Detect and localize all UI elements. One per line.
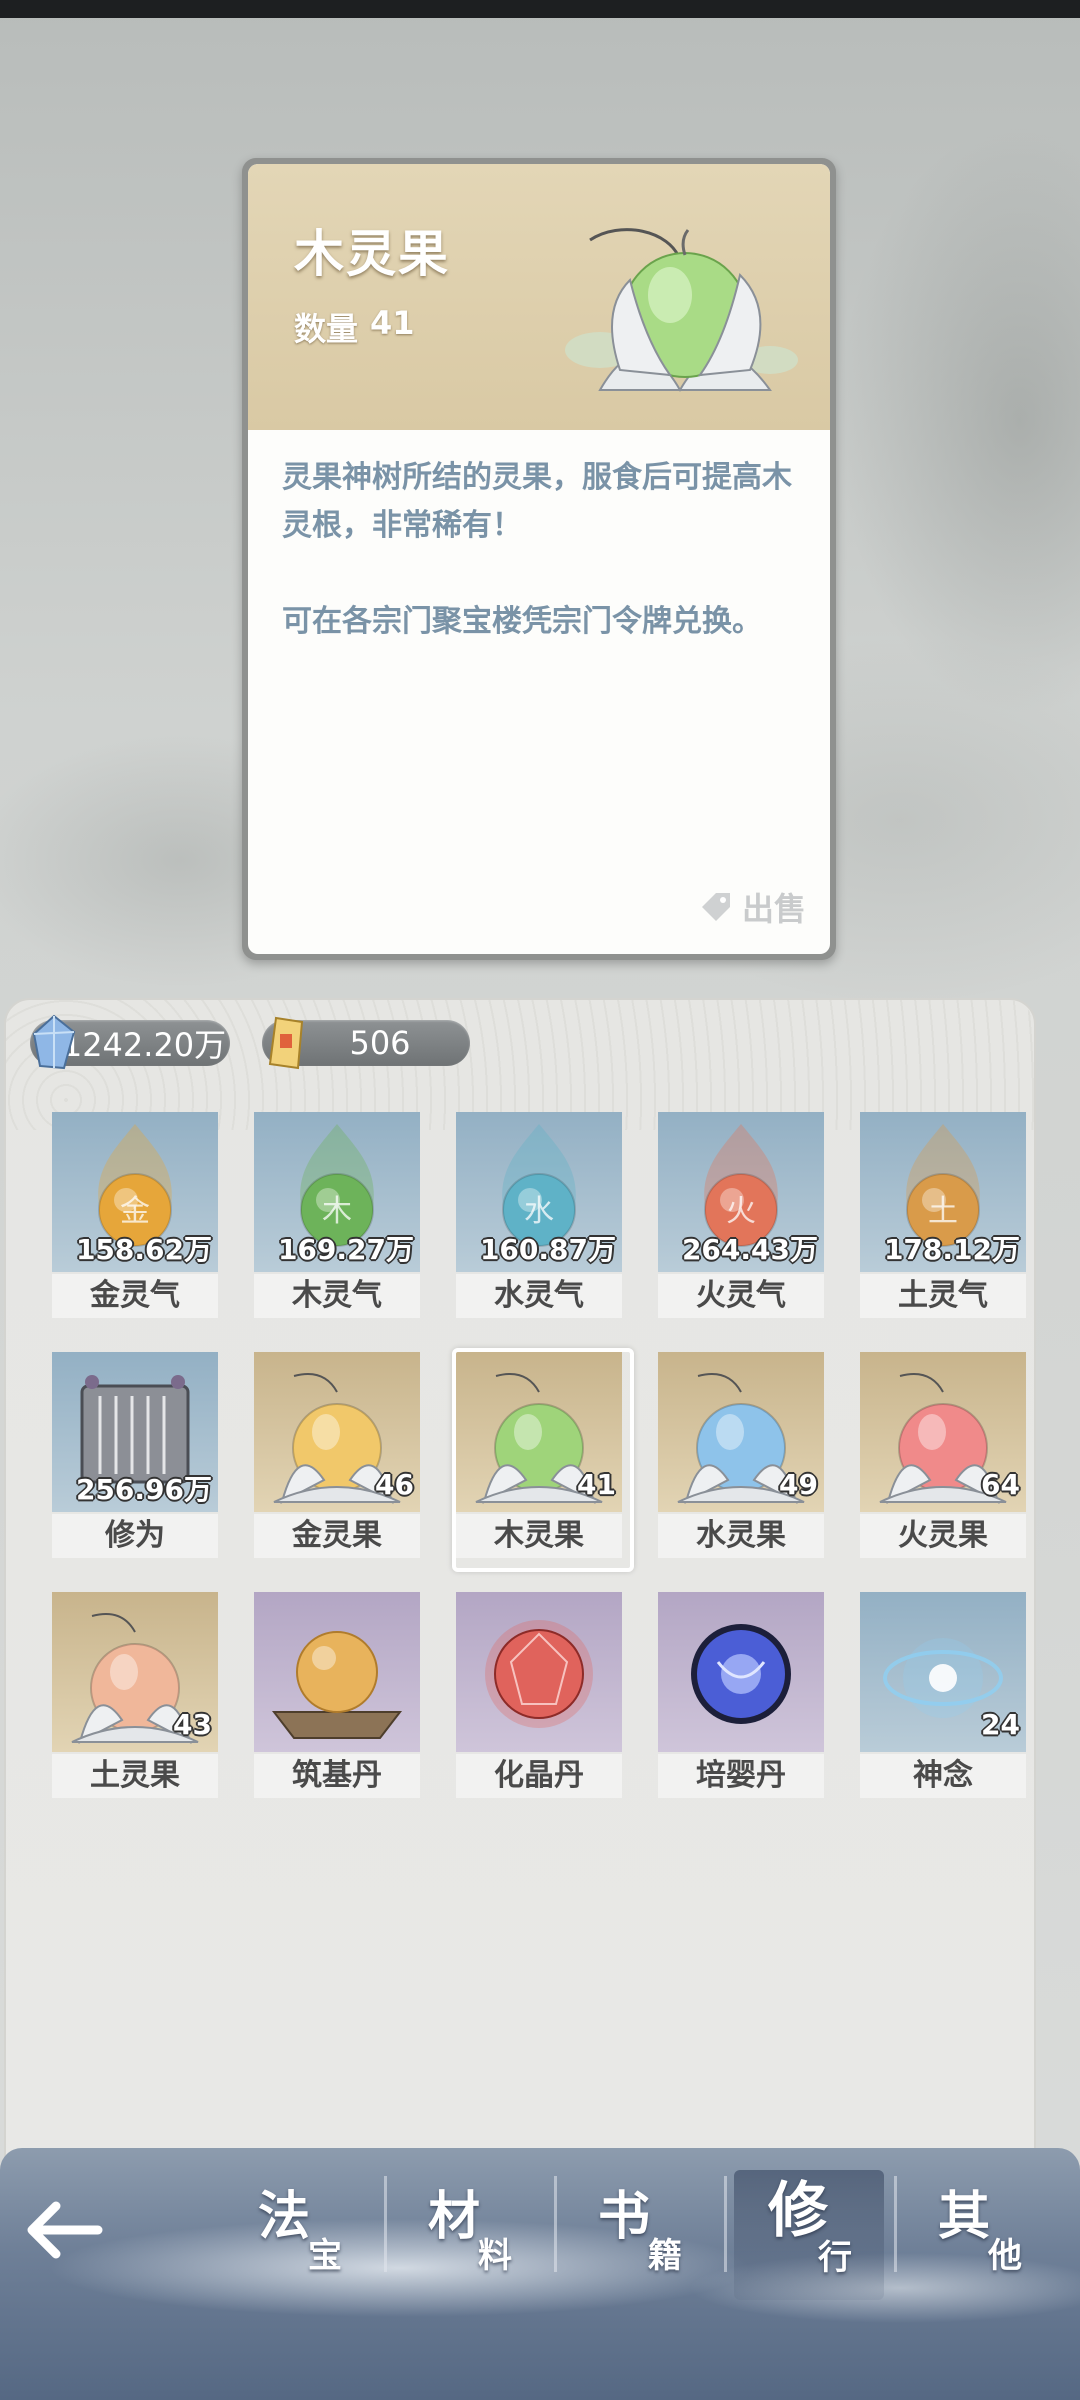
item-count: 41	[577, 1468, 616, 1501]
tab-其他[interactable]: 其他	[904, 2170, 1054, 2300]
item-count: 24	[981, 1708, 1020, 1741]
item-label: 火灵气	[658, 1274, 824, 1318]
status-bar	[0, 0, 1080, 18]
item-detail-header: 木灵果 数量 41	[248, 164, 830, 430]
crystal-pill-icon	[456, 1592, 622, 1752]
tab-法宝[interactable]: 法宝	[224, 2170, 374, 2300]
tab-divider	[554, 2176, 557, 2272]
item-slot[interactable]: 水 160.87万水灵气	[456, 1112, 622, 1320]
item-count: 64	[981, 1468, 1020, 1501]
item-slot[interactable]: 24 神念	[860, 1592, 1026, 1800]
item-label: 木灵果	[456, 1514, 622, 1558]
item-label: 土灵气	[860, 1274, 1026, 1318]
item-label: 金灵气	[52, 1274, 218, 1318]
svg-text:水: 水	[524, 1194, 554, 1229]
item-count: 46	[375, 1468, 414, 1501]
tab-main-char: 书	[598, 2187, 651, 2247]
blue-crystal-icon	[32, 1014, 76, 1070]
spirit-stone-counter: 1242.20万	[30, 1014, 230, 1070]
item-label: 神念	[860, 1754, 1026, 1798]
item-slot[interactable]: 金 158.62万金灵气	[52, 1112, 218, 1320]
item-count: 43	[173, 1708, 212, 1741]
item-quantity: 数量 41	[294, 304, 415, 350]
item-slot[interactable]: 土 178.12万土灵气	[860, 1112, 1026, 1320]
tab-main-char: 其	[938, 2187, 991, 2247]
tab-divider	[384, 2176, 387, 2272]
sell-button[interactable]: 出售	[698, 884, 806, 930]
gold-token-icon	[268, 1016, 304, 1070]
item-label: 水灵果	[658, 1514, 824, 1558]
tab-sub-char: 料	[478, 2236, 512, 2276]
svg-text:木: 木	[322, 1194, 352, 1229]
tab-材料[interactable]: 材料	[394, 2170, 544, 2300]
item-count: 178.12万	[883, 1233, 1020, 1266]
item-slot[interactable]: 火 264.43万火灵气	[658, 1112, 824, 1320]
tab-main-char: 法	[258, 2187, 311, 2247]
item-count: 264.43万	[681, 1233, 818, 1266]
tab-书籍[interactable]: 书籍	[564, 2170, 714, 2300]
description-line-1: 灵果神树所结的灵果，服食后可提高木灵根，非常稀有！	[282, 460, 792, 543]
item-slot[interactable]: 木 169.27万木灵气	[254, 1112, 420, 1320]
item-count: 49	[779, 1468, 818, 1501]
tab-sub-char: 籍	[648, 2236, 682, 2276]
svg-text:金: 金	[120, 1194, 150, 1229]
item-label: 修为	[52, 1514, 218, 1558]
tab-divider	[894, 2176, 897, 2272]
wood-spirit-fruit-icon	[560, 200, 800, 410]
item-label: 化晶丹	[456, 1754, 622, 1798]
tab-main-char: 材	[428, 2187, 481, 2247]
tab-sub-char: 他	[988, 2236, 1022, 2276]
item-label: 筑基丹	[254, 1754, 420, 1798]
item-count: 256.96万	[75, 1473, 212, 1506]
item-slot[interactable]: 43 土灵果	[52, 1592, 218, 1800]
item-count: 160.87万	[479, 1233, 616, 1266]
token-counter: 506	[262, 1016, 470, 1070]
item-slot[interactable]: 筑基丹	[254, 1592, 420, 1800]
item-label: 火灵果	[860, 1514, 1026, 1558]
item-count: 158.62万	[75, 1233, 212, 1266]
nascent-pill-icon	[658, 1592, 824, 1752]
description-line-2: 可在各宗门聚宝楼凭宗门令牌兑换。	[282, 604, 762, 639]
item-description: 灵果神树所结的灵果，服食后可提高木灵根，非常稀有！ 可在各宗门聚宝楼凭宗门令牌兑…	[282, 454, 800, 646]
item-detail-inner: 木灵果 数量 41 灵果神树所结的灵果，服食后可提高木灵根，非常稀有！ 可在各宗…	[248, 164, 830, 954]
item-label: 金灵果	[254, 1514, 420, 1558]
back-arrow-icon[interactable]	[22, 2198, 106, 2262]
tab-修行[interactable]: 修行	[734, 2170, 884, 2300]
svg-text:火: 火	[726, 1194, 756, 1229]
item-title: 木灵果	[294, 225, 450, 283]
tab-divider	[724, 2176, 727, 2272]
tab-sub-char: 宝	[308, 2236, 342, 2276]
item-slot[interactable]: 256.96万修为	[52, 1352, 218, 1560]
item-label: 木灵气	[254, 1274, 420, 1318]
item-label: 土灵果	[52, 1754, 218, 1798]
item-slot[interactable]: 64 火灵果	[860, 1352, 1026, 1560]
tag-icon	[701, 893, 730, 921]
item-label: 培婴丹	[658, 1754, 824, 1798]
item-detail-card: 木灵果 数量 41 灵果神树所结的灵果，服食后可提高木灵根，非常稀有！ 可在各宗…	[242, 158, 836, 960]
item-slot[interactable]: 培婴丹	[658, 1592, 824, 1800]
item-slot[interactable]: 46 金灵果	[254, 1352, 420, 1560]
quantity-value: 41	[370, 304, 415, 342]
sell-label: 出售	[741, 890, 806, 928]
quantity-label: 数量	[294, 310, 359, 348]
svg-text:土: 土	[928, 1194, 958, 1229]
item-slot[interactable]: 41 木灵果	[452, 1348, 634, 1572]
foundation-pill-icon	[254, 1592, 420, 1752]
tab-sub-char: 行	[818, 2238, 852, 2278]
item-label: 水灵气	[456, 1274, 622, 1318]
item-slot[interactable]: 49 水灵果	[658, 1352, 824, 1560]
item-slot[interactable]: 化晶丹	[456, 1592, 622, 1800]
item-count: 169.27万	[277, 1233, 414, 1266]
wood-spirit-fruit-icon	[456, 1352, 622, 1512]
